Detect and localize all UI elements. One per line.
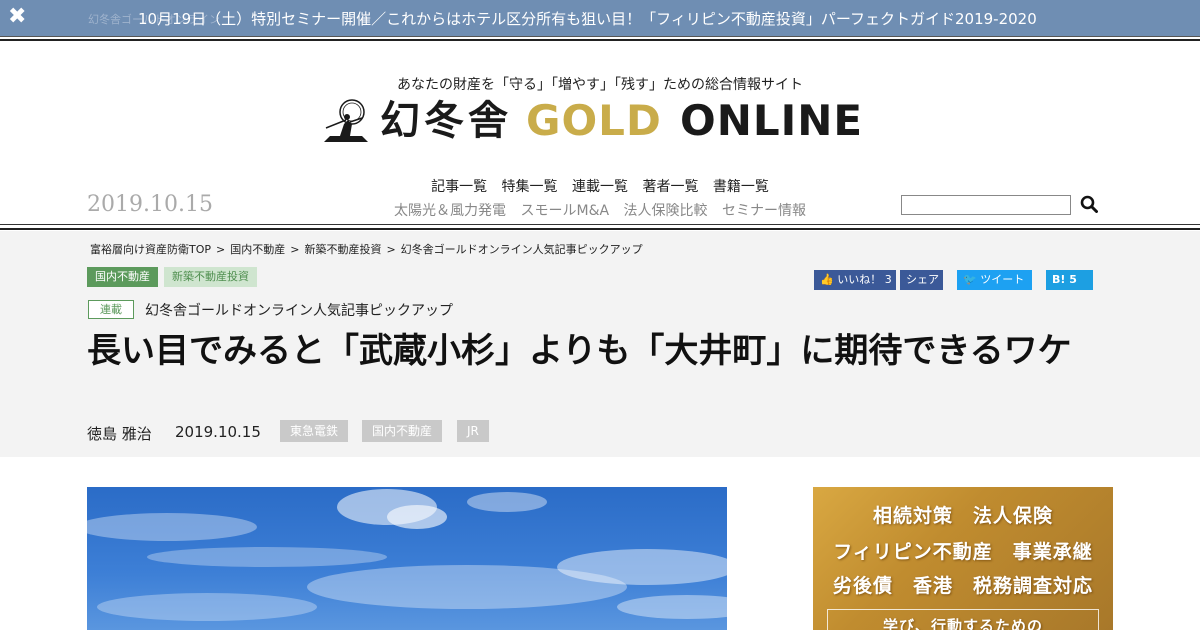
nav-item-series[interactable]: 連載一覧 <box>572 179 628 195</box>
search-input[interactable] <box>901 195 1071 215</box>
site-logo[interactable]: 幻冬舎 GOLD ONLINE <box>322 96 882 148</box>
notification-banner[interactable]: ✖ 幻冬舎ゴールドオンライン 10月19日（土）特別セミナー開催／これからはホテ… <box>0 0 1200 36</box>
subnav-item-insurance[interactable]: 法人保険比較 <box>624 203 708 219</box>
subnav-item-solar[interactable]: 太陽光＆風力発電 <box>394 203 506 219</box>
subnav-item-seminar[interactable]: セミナー情報 <box>722 203 806 219</box>
nav-item-articles[interactable]: 記事一覧 <box>431 179 487 195</box>
breadcrumb-item-new-build[interactable]: 新築不動産投資 <box>304 243 381 256</box>
breadcrumb-item-domestic[interactable]: 国内不動産 <box>230 243 285 256</box>
main-nav: 記事一覧 特集一覧 連載一覧 著者一覧 書籍一覧 <box>0 176 1200 196</box>
site-tagline: あなたの財産を「守る」「増やす」「残す」ための総合情報サイト <box>397 77 803 93</box>
tweet-label: ツイート <box>980 273 1025 286</box>
share-label: シェア <box>906 273 939 286</box>
nav-item-authors[interactable]: 著者一覧 <box>642 179 698 195</box>
keyword-tag-jr[interactable]: JR <box>457 420 489 442</box>
header-rule-top <box>0 36 1200 41</box>
category-tag-domestic[interactable]: 国内不動産 <box>87 267 158 287</box>
hatena-icon: B! <box>1052 273 1066 286</box>
breadcrumb: 富裕層向け資産防衛TOP > 国内不動産 > 新築不動産投資 > 幻冬舎ゴールドオンライン人… <box>90 243 643 256</box>
logo-gold-text: GOLD <box>526 96 662 145</box>
article-title: 長い目でみると「武蔵小杉」よりも「大井町」に期待できるワケ <box>87 331 1072 371</box>
thumbs-up-icon: 👍 <box>820 273 834 286</box>
logo-online-text: ONLINE <box>680 96 864 145</box>
logo-kanji-text: 幻冬舎 <box>380 97 512 144</box>
hatena-count: 5 <box>1069 273 1077 286</box>
keyword-tag-tokyu[interactable]: 東急電鉄 <box>280 420 349 442</box>
close-icon[interactable]: ✖ <box>8 4 30 30</box>
twitter-bird-icon: 🐦 <box>963 273 977 286</box>
sidebar-ad-banner[interactable]: 相続対策 法人保険 フィリピン不動産 事業承継 劣後債 香港 税務調査対応 学び… <box>813 487 1113 630</box>
search-icon[interactable] <box>1080 195 1098 213</box>
sky-clouds-graphic <box>87 489 727 621</box>
ad-line-2: フィリピン不動産 事業承継 <box>833 541 1093 563</box>
facebook-share-button[interactable]: シェア <box>900 270 943 290</box>
hatena-bookmark-button[interactable]: B! 5 <box>1046 270 1093 290</box>
header-rule-bottom <box>0 224 1200 230</box>
publish-date: 2019.10.15 <box>175 423 261 441</box>
category-tag-new-build[interactable]: 新築不動産投資 <box>164 267 257 287</box>
facebook-like-button[interactable]: 👍 いいね！ 3 <box>814 270 896 290</box>
breadcrumb-item-pickup[interactable]: 幻冬舎ゴールドオンライン人気記事ピックアップ <box>401 243 643 256</box>
breadcrumb-item-top[interactable]: 富裕層向け資産防衛TOP <box>90 243 211 256</box>
series-name[interactable]: 幻冬舎ゴールドオンライン人気記事ピックアップ <box>145 300 453 320</box>
keyword-tag-domestic[interactable]: 国内不動産 <box>362 420 443 442</box>
ninja-logo-icon <box>324 99 368 142</box>
like-count: 3 <box>884 273 892 286</box>
tweet-button[interactable]: 🐦 ツイート <box>957 270 1032 290</box>
author-name[interactable]: 徳島 雅治 <box>87 423 152 444</box>
nav-item-features[interactable]: 特集一覧 <box>502 179 558 195</box>
subnav-item-ma[interactable]: スモールM&A <box>520 203 609 219</box>
banner-text[interactable]: 10月19日（土）特別セミナー開催／これからはホテル区分所有も狙い目！「フィリピ… <box>138 8 1037 29</box>
ad-line-3: 劣後債 香港 税務調査対応 <box>832 575 1093 597</box>
ad-line-1: 相続対策 法人保険 <box>872 505 1053 527</box>
series-tag: 連載 <box>88 300 134 319</box>
ad-line-4: 学び、行動するための <box>882 617 1043 630</box>
like-label: いいね！ <box>837 273 882 286</box>
hero-image-sky <box>87 487 727 630</box>
nav-item-books[interactable]: 書籍一覧 <box>713 179 769 195</box>
